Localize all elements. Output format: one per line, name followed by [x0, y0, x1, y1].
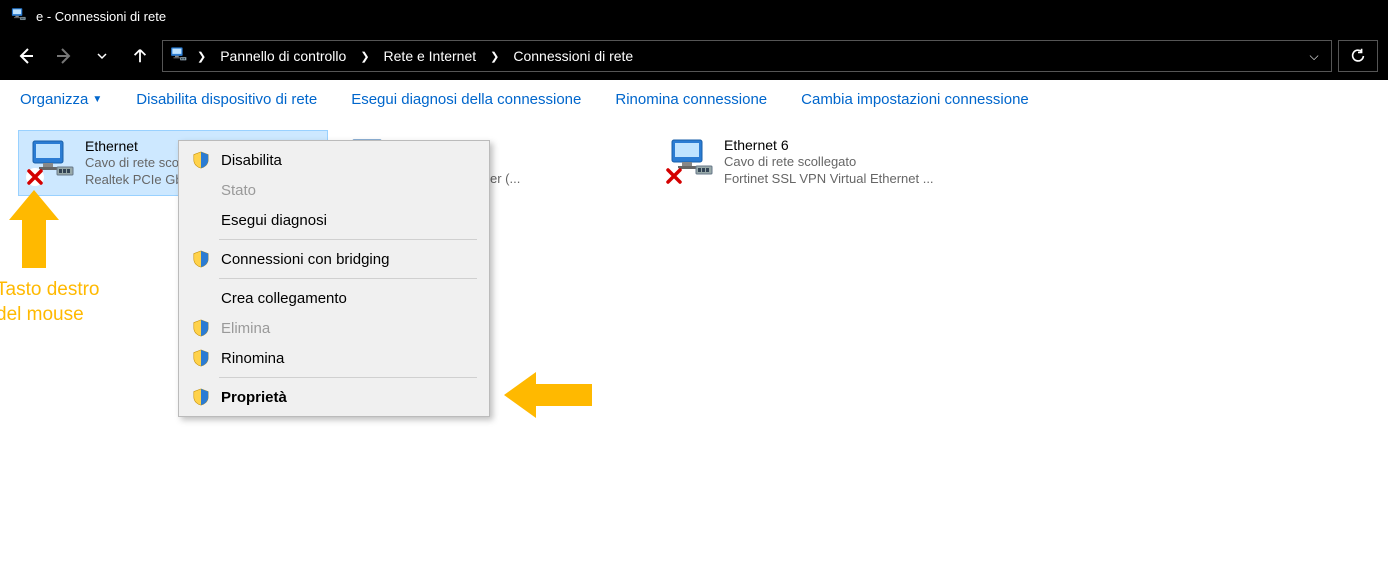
- menu-item-shortcut[interactable]: Crea collegamento: [181, 283, 487, 313]
- disconnected-x-icon: [664, 166, 684, 186]
- toolbar-change-label: Cambia impostazioni connessione: [801, 91, 1029, 108]
- toolbar-rename-label: Rinomina connessione: [615, 91, 767, 108]
- menu-item-label: Elimina: [221, 320, 270, 337]
- annotation-arrow-left-icon: [504, 370, 594, 420]
- breadcrumb-item-2[interactable]: Connessioni di rete: [507, 48, 639, 64]
- window-title: e - Connessioni di rete: [36, 9, 166, 24]
- chevron-right-icon[interactable]: ❯: [195, 50, 208, 63]
- toolbar-disable-device[interactable]: Disabilita dispositivo di rete: [136, 91, 317, 108]
- adapter-device: Fortinet SSL VPN Virtual Ethernet ...: [724, 171, 934, 188]
- toolbar-rename[interactable]: Rinomina connessione: [615, 91, 767, 108]
- adapter-name: Ethernet 6: [724, 136, 934, 154]
- address-bar[interactable]: ❯ Pannello di controllo ❯ Rete e Interne…: [162, 40, 1332, 72]
- annotation-arrow-up-icon: [4, 190, 64, 270]
- menu-item-label: Proprietà: [221, 389, 287, 406]
- adapter-name: Ethernet: [85, 137, 183, 155]
- menu-item-disable[interactable]: Disabilita: [181, 145, 487, 175]
- menu-separator: [219, 278, 477, 279]
- navbar: ❯ Pannello di controllo ❯ Rete e Interne…: [0, 32, 1388, 80]
- menu-item-delete: Elimina: [181, 313, 487, 343]
- menu-separator: [219, 377, 477, 378]
- menu-item-label: Crea collegamento: [221, 290, 347, 307]
- nav-up-button[interactable]: [124, 40, 156, 72]
- dropdown-caret-icon: ▼: [92, 94, 102, 105]
- toolbar-organize-label: Organizza: [20, 91, 88, 108]
- shield-icon: [191, 151, 211, 169]
- adapter-icon: [666, 136, 714, 184]
- nav-back-button[interactable]: [10, 40, 42, 72]
- menu-item-rename[interactable]: Rinomina: [181, 343, 487, 373]
- adapter-device: Realtek PCIe Gb: [85, 172, 183, 189]
- adapter-icon: [27, 137, 75, 185]
- chevron-right-icon[interactable]: ❯: [358, 50, 371, 63]
- menu-item-diagnose[interactable]: Esegui diagnosi: [181, 205, 487, 235]
- menu-separator: [219, 239, 477, 240]
- adapter-status: Cavo di rete scollegato: [724, 154, 934, 171]
- titlebar: e - Connessioni di rete: [0, 0, 1388, 32]
- nav-forward-button[interactable]: [48, 40, 80, 72]
- menu-item-label: Rinomina: [221, 350, 284, 367]
- annotation-line2: del mouse: [0, 303, 100, 328]
- menu-item-label: Connessioni con bridging: [221, 251, 389, 268]
- menu-item-label: Stato: [221, 182, 256, 199]
- menu-item-bridge[interactable]: Connessioni con bridging: [181, 244, 487, 274]
- shield-icon: [191, 250, 211, 268]
- breadcrumb-item-1[interactable]: Rete e Internet: [378, 48, 483, 64]
- refresh-button[interactable]: [1338, 40, 1378, 72]
- content-area: Ethernet Cavo di rete sco Realtek PCIe G…: [0, 120, 1388, 566]
- adapter-item-ethernet6[interactable]: Ethernet 6 Cavo di rete scollegato Forti…: [658, 130, 968, 196]
- annotation-text: Tasto destro del mouse: [0, 278, 100, 327]
- adapter-status: Cavo di rete sco: [85, 155, 183, 172]
- address-icon: [169, 46, 189, 66]
- address-history-dropdown[interactable]: ⌵: [1303, 49, 1325, 64]
- toolbar-organize[interactable]: Organizza ▼: [20, 91, 102, 108]
- nav-recent-dropdown[interactable]: [86, 40, 118, 72]
- annotation-line1: Tasto destro: [0, 278, 100, 303]
- toolbar-disable-label: Disabilita dispositivo di rete: [136, 91, 317, 108]
- shield-icon: [191, 388, 211, 406]
- shield-icon: [191, 319, 211, 337]
- menu-item-label: Esegui diagnosi: [221, 212, 327, 229]
- shield-icon: [191, 349, 211, 367]
- window-icon: [10, 7, 28, 25]
- command-toolbar: Organizza ▼ Disabilita dispositivo di re…: [0, 80, 1388, 120]
- chevron-right-icon[interactable]: ❯: [488, 50, 501, 63]
- toolbar-diagnose[interactable]: Esegui diagnosi della connessione: [351, 91, 581, 108]
- context-menu: Disabilita Stato Esegui diagnosi Conness…: [178, 140, 490, 417]
- toolbar-change-settings[interactable]: Cambia impostazioni connessione: [801, 91, 1029, 108]
- toolbar-diagnose-label: Esegui diagnosi della connessione: [351, 91, 581, 108]
- menu-item-label: Disabilita: [221, 152, 282, 169]
- menu-item-properties[interactable]: Proprietà: [181, 382, 487, 412]
- menu-item-status: Stato: [181, 175, 487, 205]
- disconnected-x-icon: [25, 167, 45, 187]
- breadcrumb-item-0[interactable]: Pannello di controllo: [214, 48, 352, 64]
